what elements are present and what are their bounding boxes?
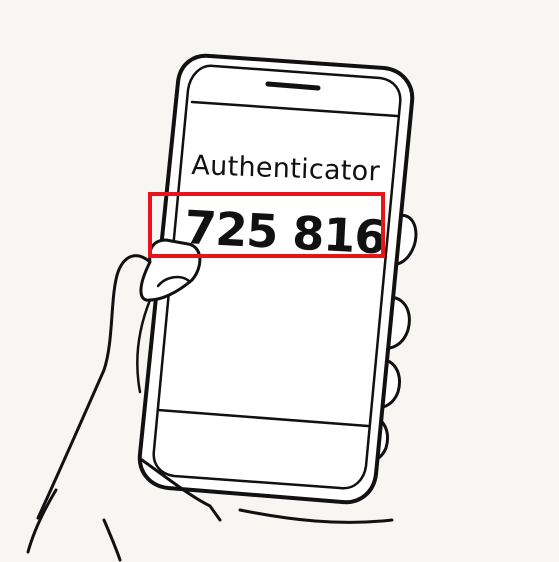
illustration-canvas: Authenticator 725 816	[0, 0, 559, 562]
wrist-line-3	[238, 508, 394, 524]
hand-holding-phone-illustration	[26, 53, 418, 562]
code-highlight-box	[148, 192, 385, 258]
wrist-line-2	[102, 518, 122, 562]
authenticator-title: Authenticator	[190, 150, 381, 188]
wrist-line-1	[26, 488, 58, 554]
hand-palm	[36, 254, 154, 520]
